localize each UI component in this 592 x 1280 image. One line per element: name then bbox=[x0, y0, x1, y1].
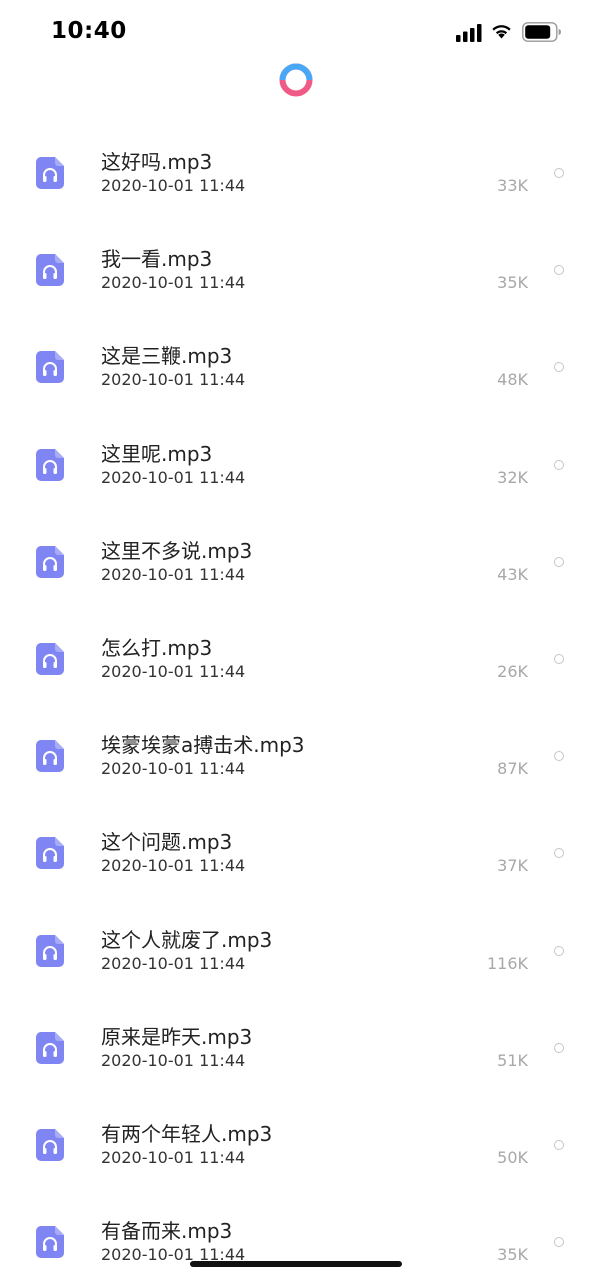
wifi-icon bbox=[492, 25, 511, 39]
file-date: 2020-10-01 11:44 bbox=[101, 467, 246, 487]
select-radio[interactable] bbox=[554, 168, 564, 178]
file-size: 116K bbox=[486, 953, 528, 973]
file-row[interactable]: 埃蒙埃蒙a搏击术.mp3 2020-10-01 11:44 87K bbox=[0, 709, 592, 806]
status-bar: 10:40 bbox=[0, 0, 592, 60]
file-size: 43K bbox=[497, 564, 528, 584]
audio-file-icon bbox=[36, 642, 64, 675]
cellular-signal-icon bbox=[456, 24, 482, 42]
file-row[interactable]: 原来是昨天.mp3 2020-10-01 11:44 51K bbox=[0, 1001, 592, 1098]
file-list: 这好吗.mp3 2020-10-01 11:44 33K 我一看.mp3 202… bbox=[0, 126, 592, 1280]
select-radio[interactable] bbox=[554, 1139, 564, 1150]
file-size: 32K bbox=[497, 467, 528, 487]
select-radio[interactable] bbox=[554, 556, 564, 567]
file-size: 26K bbox=[497, 661, 528, 681]
file-row[interactable]: 这个人就废了.mp3 2020-10-01 11:44 116K bbox=[0, 904, 592, 1001]
audio-file-icon bbox=[36, 157, 64, 189]
file-row[interactable]: 这里呢.mp3 2020-10-01 11:44 32K bbox=[0, 418, 592, 515]
file-size: 87K bbox=[497, 759, 528, 779]
screen: 10:40 这好吗.mp3 2020-10-01 11:44 33K 我一看.m… bbox=[0, 0, 592, 1280]
file-date: 2020-10-01 11:44 bbox=[101, 661, 246, 681]
audio-file-icon bbox=[36, 740, 64, 773]
file-name: 怎么打.mp3 bbox=[101, 635, 213, 660]
audio-file-icon bbox=[36, 448, 64, 481]
select-radio[interactable] bbox=[554, 751, 564, 762]
file-name: 这好吗.mp3 bbox=[101, 150, 213, 174]
file-date: 2020-10-01 11:44 bbox=[101, 176, 246, 195]
file-row[interactable]: 这里不多说.mp3 2020-10-01 11:44 43K bbox=[0, 515, 592, 612]
audio-file-icon bbox=[36, 1128, 64, 1161]
file-date: 2020-10-01 11:44 bbox=[101, 370, 246, 390]
audio-file-icon bbox=[36, 1226, 64, 1259]
file-date: 2020-10-01 11:44 bbox=[101, 953, 246, 973]
file-name: 有两个年轻人.mp3 bbox=[101, 1121, 273, 1146]
battery-icon bbox=[522, 22, 561, 42]
file-size: 35K bbox=[497, 273, 528, 293]
select-radio[interactable] bbox=[554, 653, 564, 664]
select-radio[interactable] bbox=[554, 362, 564, 373]
file-name: 这里呢.mp3 bbox=[101, 441, 213, 466]
file-date: 2020-10-01 11:44 bbox=[101, 1147, 246, 1167]
file-name: 我一看.mp3 bbox=[101, 247, 213, 272]
file-size: 35K bbox=[497, 1245, 528, 1265]
file-size: 51K bbox=[497, 1050, 528, 1070]
home-indicator[interactable] bbox=[190, 1261, 402, 1267]
file-date: 2020-10-01 11:44 bbox=[101, 856, 246, 876]
select-radio[interactable] bbox=[554, 265, 564, 276]
file-row[interactable]: 有备而来.mp3 2020-10-01 11:44 35K bbox=[0, 1195, 592, 1280]
file-row[interactable]: 这好吗.mp3 2020-10-01 11:44 33K bbox=[0, 126, 592, 223]
file-date: 2020-10-01 11:44 bbox=[101, 759, 246, 779]
file-size: 37K bbox=[497, 856, 528, 876]
file-date: 2020-10-01 11:44 bbox=[101, 564, 246, 584]
file-size: 48K bbox=[497, 370, 528, 390]
select-radio[interactable] bbox=[554, 848, 564, 859]
file-row[interactable]: 这个问题.mp3 2020-10-01 11:44 37K bbox=[0, 806, 592, 903]
file-name: 有备而来.mp3 bbox=[101, 1219, 233, 1244]
file-name: 埃蒙埃蒙a搏击术.mp3 bbox=[101, 733, 305, 758]
file-size: 50K bbox=[497, 1147, 528, 1167]
file-size: 33K bbox=[497, 176, 528, 195]
audio-file-icon bbox=[36, 254, 64, 287]
loading-spinner-icon bbox=[279, 63, 313, 97]
audio-file-icon bbox=[36, 934, 64, 967]
audio-file-icon bbox=[36, 545, 64, 578]
audio-file-icon bbox=[36, 837, 64, 870]
audio-file-icon bbox=[36, 1031, 64, 1064]
file-name: 这个人就废了.mp3 bbox=[101, 927, 273, 952]
audio-file-icon bbox=[36, 351, 64, 384]
file-row[interactable]: 这是三鞭.mp3 2020-10-01 11:44 48K bbox=[0, 320, 592, 417]
file-date: 2020-10-01 11:44 bbox=[101, 1050, 246, 1070]
file-name: 这个问题.mp3 bbox=[101, 830, 233, 855]
file-row[interactable]: 有两个年轻人.mp3 2020-10-01 11:44 50K bbox=[0, 1098, 592, 1195]
select-radio[interactable] bbox=[554, 945, 564, 956]
file-date: 2020-10-01 11:44 bbox=[101, 273, 246, 293]
file-name: 原来是昨天.mp3 bbox=[101, 1024, 253, 1049]
file-name: 这是三鞭.mp3 bbox=[101, 344, 233, 369]
file-row[interactable]: 怎么打.mp3 2020-10-01 11:44 26K bbox=[0, 612, 592, 709]
select-radio[interactable] bbox=[554, 1237, 564, 1248]
status-time: 10:40 bbox=[51, 18, 127, 44]
file-row[interactable]: 我一看.mp3 2020-10-01 11:44 35K bbox=[0, 223, 592, 320]
select-radio[interactable] bbox=[554, 459, 564, 470]
select-radio[interactable] bbox=[554, 1042, 564, 1053]
file-name: 这里不多说.mp3 bbox=[101, 538, 253, 563]
